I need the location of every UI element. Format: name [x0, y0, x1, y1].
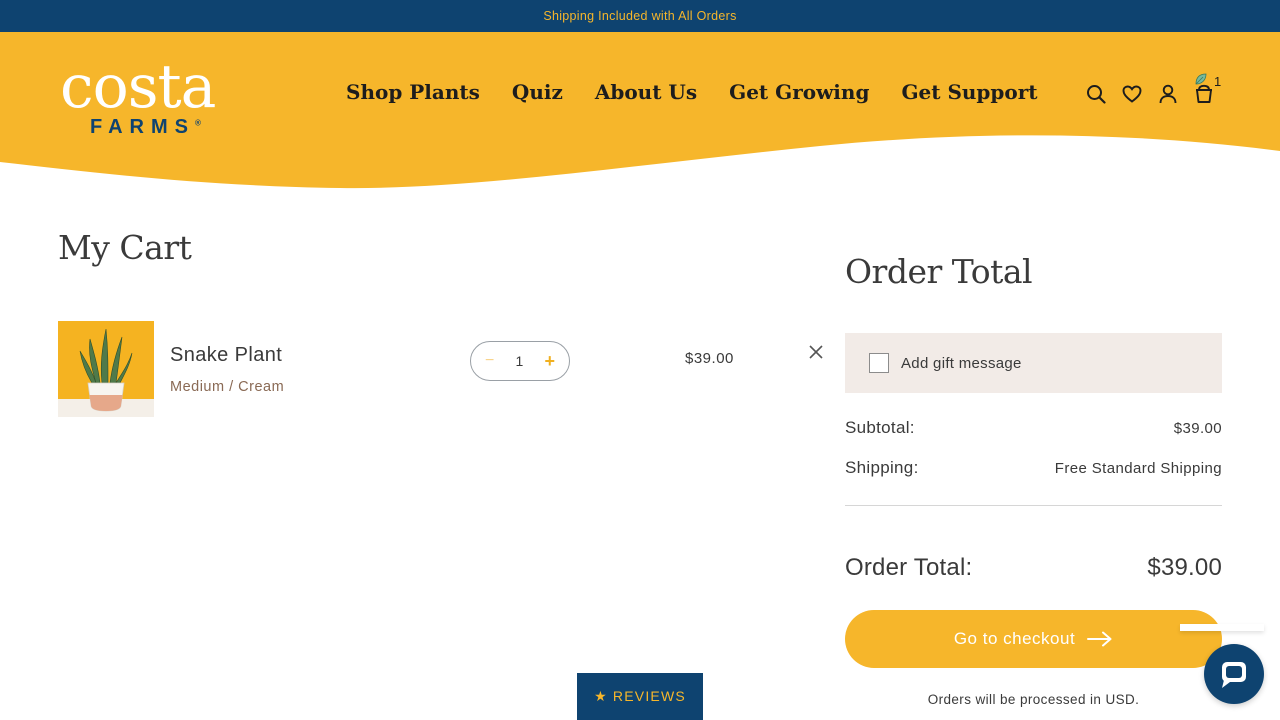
cart-item-variant: Medium / Cream — [170, 379, 285, 395]
quantity-decrease-button[interactable]: − — [485, 352, 494, 370]
nav-about-us[interactable]: About Us — [595, 80, 697, 104]
nav-get-growing[interactable]: Get Growing — [729, 80, 869, 104]
cart-count-badge: 1 — [1214, 74, 1222, 89]
main-nav: Shop Plants Quiz About Us Get Growing Ge… — [346, 80, 1038, 104]
nav-shop-plants[interactable]: Shop Plants — [346, 80, 480, 104]
logo-subtext: FARMS® — [90, 116, 201, 138]
announcement-bar: Shipping Included with All Orders — [0, 0, 1280, 32]
search-icon[interactable] — [1084, 82, 1108, 106]
chat-launcher-button[interactable] — [1204, 644, 1264, 704]
remove-item-close-icon[interactable] — [806, 342, 826, 362]
quantity-value[interactable]: 1 — [516, 353, 524, 369]
costa-farms-logo[interactable]: costa FARMS® — [60, 52, 230, 142]
cart-icon[interactable]: 1 — [1192, 73, 1221, 106]
gift-message-label[interactable]: Add gift message — [901, 355, 1022, 372]
order-total-label: Order Total: — [845, 554, 973, 581]
checkout-button-label: Go to checkout — [953, 629, 1076, 648]
chat-bubble-icon — [1222, 662, 1246, 688]
reviews-tab-button[interactable]: ★ REVIEWS — [577, 673, 703, 720]
order-total-title: Order Total — [845, 252, 1033, 291]
snake-plant-image[interactable] — [58, 321, 154, 417]
logo-wordmark: costa — [60, 52, 216, 122]
arrow-right-icon — [1087, 631, 1112, 647]
header-icons: 1 — [1084, 73, 1221, 106]
gift-message-panel: Add gift message — [845, 333, 1222, 393]
leaf-icon — [1195, 73, 1207, 85]
cart-item-name[interactable]: Snake Plant — [170, 344, 282, 367]
shipping-value: Free Standard Shipping — [1054, 460, 1222, 477]
shipping-row: Shipping: Free Standard Shipping — [845, 458, 1222, 478]
quantity-stepper: − 1 + — [470, 341, 570, 381]
summary-divider — [845, 505, 1222, 506]
currency-note: Orders will be processed in USD. — [927, 692, 1140, 707]
site-header: costa FARMS® Shop Plants Quiz About Us G… — [0, 32, 1280, 192]
cart-item-price: $39.00 — [685, 350, 734, 367]
order-total-row: Order Total: $39.00 — [845, 554, 1222, 582]
nav-quiz[interactable]: Quiz — [512, 80, 563, 104]
checkout-button[interactable]: Go to checkout — [845, 610, 1222, 668]
shipping-label: Shipping: — [845, 458, 919, 477]
quantity-increase-button[interactable]: + — [544, 351, 555, 372]
nav-get-support[interactable]: Get Support — [901, 80, 1037, 104]
subtotal-value: $39.00 — [1173, 420, 1222, 437]
subtotal-row: Subtotal: $39.00 — [845, 418, 1222, 438]
subtotal-label: Subtotal: — [845, 418, 915, 437]
heart-icon[interactable] — [1120, 82, 1144, 106]
cart-title: My Cart — [58, 228, 192, 267]
order-total-value: $39.00 — [1147, 554, 1222, 581]
user-icon[interactable] — [1156, 82, 1180, 106]
chat-tooltip — [1180, 624, 1264, 631]
gift-message-checkbox[interactable] — [869, 353, 889, 373]
announcement-text: Shipping Included with All Orders — [543, 9, 737, 23]
